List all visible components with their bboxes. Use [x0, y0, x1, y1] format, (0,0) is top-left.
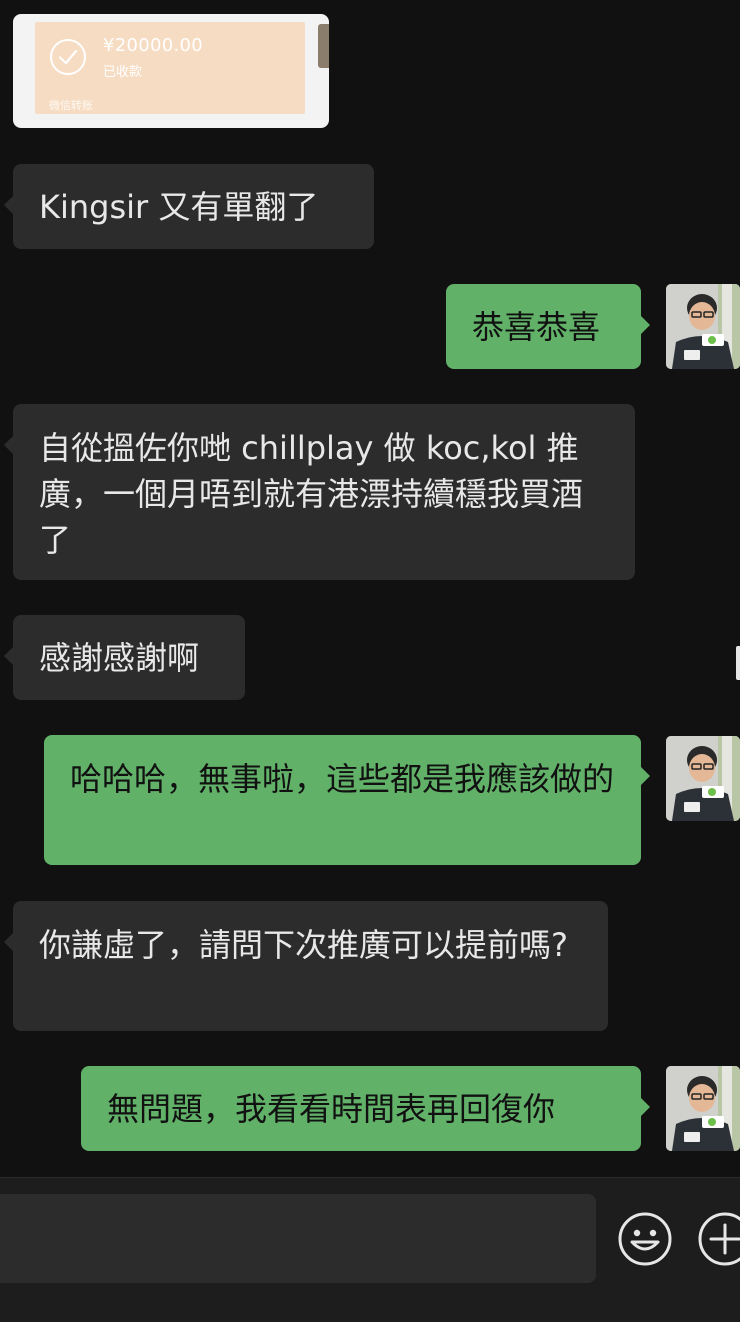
message-bubble-incoming[interactable]: 感謝感謝啊	[4, 615, 245, 700]
transfer-message[interactable]: ¥20000.00 已收款 微信转账	[13, 14, 329, 128]
avatar-portrait-icon	[666, 284, 740, 369]
transfer-source: 微信转账	[49, 99, 93, 112]
transfer-card-edge	[318, 24, 329, 68]
message-text: 哈哈哈，無事啦，這些都是我應該做的	[70, 760, 615, 798]
message-input[interactable]	[0, 1194, 596, 1283]
message-text: 你謙虛了，請問下次推廣可以提前嗎?	[39, 926, 568, 964]
message-text: 無問題，我看看時間表再回復你	[107, 1090, 556, 1128]
avatar[interactable]	[666, 1066, 740, 1151]
chat-screen: ¥20000.00 已收款 微信转账 Kingsir 又有單翻了 恭喜恭喜 自從…	[0, 0, 740, 1322]
plus-circle-icon[interactable]	[697, 1211, 740, 1267]
message-bubble-incoming[interactable]: 自從搵佐你哋 chillplay 做 koc,kol 推廣，一個月唔到就有港漂持…	[4, 404, 635, 580]
message-bubble-incoming[interactable]: 你謙虛了，請問下次推廣可以提前嗎?	[4, 901, 608, 1031]
avatar-portrait-icon	[666, 1066, 740, 1151]
message-bubble-outgoing[interactable]: 恭喜恭喜	[446, 284, 650, 369]
transfer-amount: ¥20000.00	[103, 35, 204, 56]
message-bubble-incoming[interactable]: Kingsir 又有單翻了	[4, 164, 374, 249]
message-text: 自從搵佐你哋 chillplay 做 koc,kol 推廣，一個月唔到就有港漂持…	[39, 429, 584, 559]
avatar-portrait-icon	[666, 736, 740, 821]
check-circle-icon	[50, 39, 86, 75]
smiley-face-icon[interactable]	[617, 1211, 673, 1267]
transfer-card[interactable]: ¥20000.00 已收款 微信转账	[35, 22, 305, 114]
avatar[interactable]	[666, 736, 740, 821]
transfer-status: 已收款	[103, 65, 143, 80]
message-text: 感謝感謝啊	[39, 639, 200, 677]
message-bubble-outgoing[interactable]: 哈哈哈，無事啦，這些都是我應該做的	[44, 735, 650, 865]
message-bubble-outgoing[interactable]: 無問題，我看看時間表再回復你	[81, 1066, 650, 1151]
message-text: Kingsir 又有單翻了	[39, 188, 319, 226]
message-text: 恭喜恭喜	[472, 308, 601, 346]
scroll-indicator	[736, 646, 740, 680]
chat-input-bar	[0, 1177, 740, 1322]
avatar[interactable]	[666, 284, 740, 369]
